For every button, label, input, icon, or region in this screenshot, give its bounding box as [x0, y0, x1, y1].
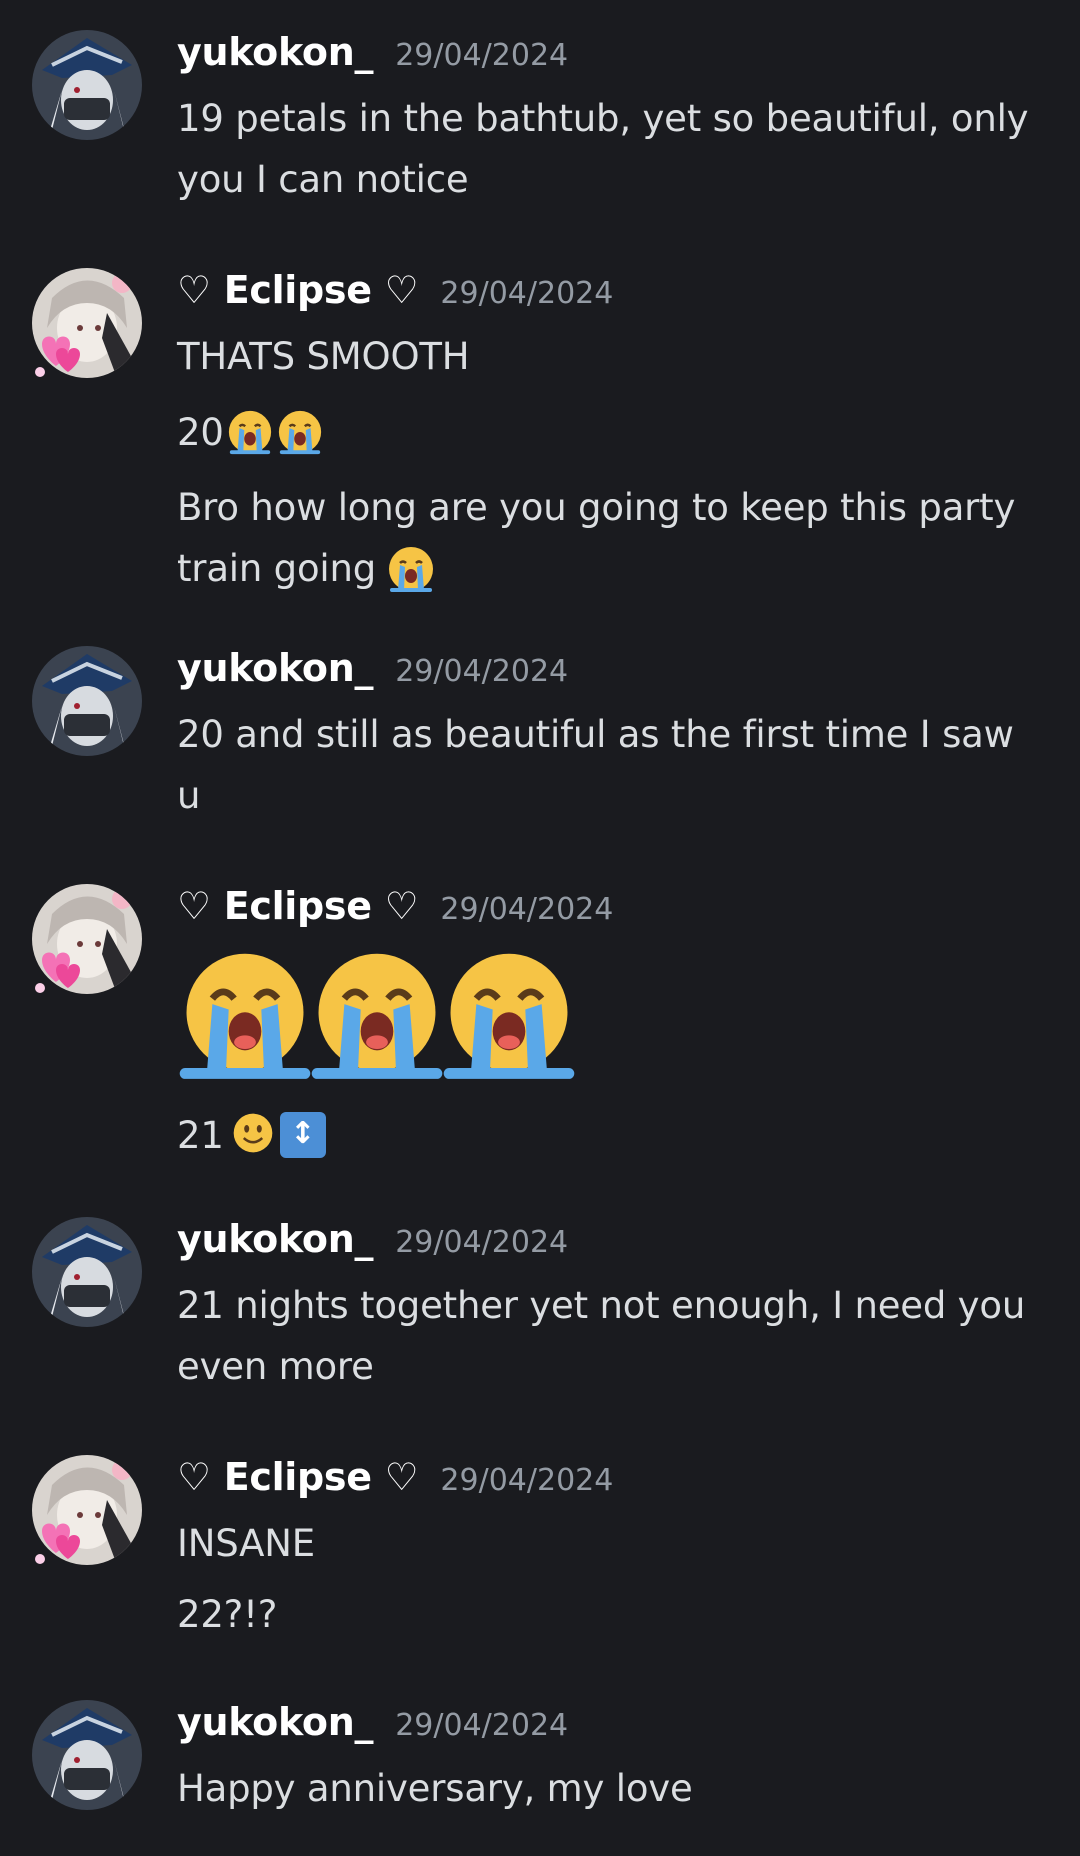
jumbo-emoji-row — [177, 950, 1050, 1080]
loudly-crying-face-icon — [441, 947, 577, 1083]
message-text: THATS SMOOTH — [177, 335, 470, 378]
username[interactable]: yukokon_ — [177, 646, 374, 690]
message-text: 21 — [177, 1113, 224, 1157]
timestamp: 29/04/2024 — [395, 1708, 569, 1743]
timestamp: 29/04/2024 — [440, 276, 614, 311]
message-text: Bro how long are you going to keep this … — [177, 486, 1016, 529]
message-text: 20 — [177, 410, 224, 454]
message-text: you I can notice — [177, 158, 469, 201]
hearts-decoration-icon — [35, 952, 80, 993]
message-line: train going — [177, 538, 1050, 599]
timestamp: 29/04/2024 — [395, 38, 569, 73]
hearts-decoration-icon — [35, 336, 80, 377]
loudly-crying-face-icon — [309, 947, 445, 1083]
up-down-arrow-icon: ↕ — [279, 1112, 326, 1158]
loudly-crying-face-icon — [226, 408, 274, 456]
message-content: yukokon_ 29/04/2024 19 petals in the bat… — [177, 30, 1050, 210]
message-header: yukokon_ 29/04/2024 — [177, 1700, 1050, 1758]
timestamp: 29/04/2024 — [440, 892, 614, 927]
message-text: INSANE — [177, 1522, 315, 1565]
message-content: ♡ Eclipse ♡ 29/04/2024 INSANE 22?!? — [177, 1455, 1050, 1645]
message-content: ♡ Eclipse ♡ 29/04/2024 THATS SMOOTH 20 B… — [177, 268, 1050, 599]
message-text: 19 petals in the bathtub, yet so beautif… — [177, 97, 1029, 140]
message-header: ♡ Eclipse ♡ 29/04/2024 — [177, 884, 1050, 942]
message-line: 20 — [177, 397, 1050, 467]
hearts-decoration-icon — [35, 1523, 80, 1564]
message-header: yukokon_ 29/04/2024 — [177, 30, 1050, 88]
message-text: train going — [177, 547, 377, 590]
loudly-crying-face-icon — [177, 947, 313, 1083]
username[interactable]: yukokon_ — [177, 1217, 374, 1261]
avatar[interactable] — [32, 1700, 142, 1810]
message-text: 20 and still as beautiful as the first t… — [177, 713, 1014, 756]
message-line: 21 ↕ — [177, 1100, 1050, 1170]
slightly-smiling-face-icon — [232, 1112, 274, 1158]
message-text: Happy anniversary, my love — [177, 1767, 693, 1810]
username[interactable]: ♡ Eclipse ♡ — [177, 1455, 419, 1499]
message-header: ♡ Eclipse ♡ 29/04/2024 — [177, 1455, 1050, 1513]
message-text: 21 nights together yet not enough, I nee… — [177, 1284, 1026, 1327]
timestamp: 29/04/2024 — [395, 1225, 569, 1260]
loudly-crying-face-icon — [386, 544, 436, 594]
avatar[interactable] — [32, 30, 142, 140]
username[interactable]: yukokon_ — [177, 30, 374, 74]
message-header: ♡ Eclipse ♡ 29/04/2024 — [177, 268, 1050, 326]
timestamp: 29/04/2024 — [395, 654, 569, 689]
avatar[interactable] — [32, 646, 142, 756]
message-content: ♡ Eclipse ♡ 29/04/2024 21 ↕ — [177, 884, 1050, 1170]
message-text: even more — [177, 1345, 374, 1388]
username[interactable]: ♡ Eclipse ♡ — [177, 884, 419, 928]
message-text: 22?!? — [177, 1593, 278, 1636]
message-content: yukokon_ 29/04/2024 20 and still as beau… — [177, 646, 1050, 826]
message-text: u — [177, 774, 201, 817]
chat-message-list[interactable]: yukokon_ 29/04/2024 19 petals in the bat… — [0, 0, 1080, 1856]
message-header: yukokon_ 29/04/2024 — [177, 1217, 1050, 1275]
username[interactable]: ♡ Eclipse ♡ — [177, 268, 419, 312]
message-header: yukokon_ 29/04/2024 — [177, 646, 1050, 704]
message-content: yukokon_ 29/04/2024 21 nights together y… — [177, 1217, 1050, 1397]
avatar[interactable] — [32, 1217, 142, 1327]
timestamp: 29/04/2024 — [440, 1463, 614, 1498]
message-content: yukokon_ 29/04/2024 Happy anniversary, m… — [177, 1700, 1050, 1819]
loudly-crying-face-icon — [276, 408, 324, 456]
username[interactable]: yukokon_ — [177, 1700, 374, 1744]
